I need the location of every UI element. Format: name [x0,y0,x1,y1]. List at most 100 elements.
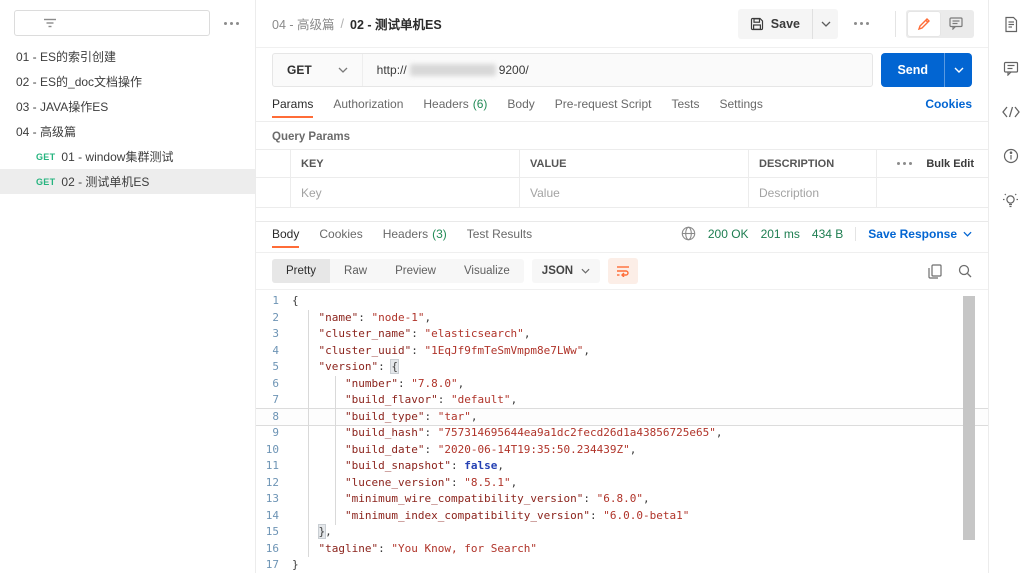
view-mode-tabs: PrettyRawPreviewVisualize [272,259,524,283]
response-tab[interactable]: Test Results [467,222,532,248]
tab-label: Settings [720,97,763,111]
response-tab[interactable]: Headers (3) [383,222,447,248]
response-time: 201 ms [761,227,800,241]
sidebar-filter-input[interactable] [14,10,210,36]
wrap-lines-button[interactable] [608,258,638,284]
tab-label: Cookies [319,227,362,241]
send-split-button: Send [881,53,972,87]
save-button-label: Save [771,17,800,31]
table-row [256,178,988,208]
view-mode-tab[interactable]: Preview [381,259,450,283]
method-select[interactable]: GET [273,63,362,77]
sidebar-more-icon[interactable] [220,18,243,29]
edit-comment-group [906,10,974,38]
sidebar: 01 - ES的索引创建 02 - ES的_doc文档操作 03 - JAVA操… [0,0,256,573]
tab-label: Tests [671,97,699,111]
format-select[interactable]: JSON [532,259,600,283]
key-input[interactable] [301,186,509,200]
sidebar-item[interactable]: 02 - ES的_doc文档操作 [0,69,255,94]
search-icon[interactable] [958,264,972,278]
indent-guide [335,376,336,525]
sidebar-item[interactable]: GET 02 - 测试单机ES [0,169,255,194]
response-meta: 200 OK 201 ms 434 B Save Response [681,222,972,241]
response-tab[interactable]: Cookies [319,222,362,248]
app-window: 01 - ES的索引创建 02 - ES的_doc文档操作 03 - JAVA操… [0,0,1032,573]
info-icon[interactable] [1001,146,1021,166]
save-button[interactable]: Save [738,17,812,31]
code-line: 17} [256,557,988,573]
request-tab[interactable]: Settings [720,92,763,118]
request-tab[interactable]: Pre-request Script [555,92,652,118]
tab-label: Headers [383,227,428,241]
code-lines: 1{2 "name": "node-1",3 "cluster_name": "… [256,293,988,573]
request-more-icon[interactable] [850,18,873,29]
url-suffix: 9200/ [499,63,529,77]
request-tab[interactable]: Tests [671,92,699,118]
code-line: 8 "build_type": "tar", [256,409,988,426]
query-params-table: KEY VALUE DESCRIPTION Bulk Edit [256,149,988,208]
method-badge-get: GET [36,177,55,187]
code-line: 7 "build_flavor": "default", [256,392,988,409]
documentation-icon[interactable] [1001,14,1021,34]
breadcrumb-current: 02 - 测试单机ES [350,14,442,33]
code-line: 2 "name": "node-1", [256,310,988,327]
request-tab[interactable]: Authorization [333,92,403,118]
code-line: 13 "minimum_wire_compatibility_version":… [256,491,988,508]
edit-button[interactable] [908,12,940,36]
params-more-icon[interactable] [893,158,916,169]
method-badge-get: GET [36,152,55,162]
format-label: JSON [542,265,573,277]
row-handle-cell [256,178,290,207]
sidebar-toolbar [0,10,255,44]
code-snippet-icon[interactable] [1001,102,1021,122]
request-tabs: Params Authorization Headers (6) Body Pr… [272,92,763,118]
value-input[interactable] [530,186,738,200]
chevron-down-icon [963,231,972,237]
save-options-chevron-icon[interactable] [812,9,838,39]
view-mode-tab[interactable]: Raw [330,259,381,283]
response-tools [928,264,972,279]
view-mode-tab[interactable]: Pretty [272,259,330,283]
globe-icon[interactable] [681,226,696,241]
tab-count: (6) [473,97,488,111]
column-header-description: DESCRIPTION [748,150,876,177]
response-tab[interactable]: Body [272,222,299,248]
cookies-link[interactable]: Cookies [925,92,972,111]
sidebar-item[interactable]: 03 - JAVA操作ES [0,94,255,119]
request-tab[interactable]: Params [272,92,313,118]
request-tab[interactable]: Headers (6) [423,92,487,118]
breadcrumb-parent[interactable]: 04 - 高级篇 [272,14,335,33]
code-line: 15 }, [256,524,988,541]
send-options-chevron-icon[interactable] [944,53,972,87]
copy-icon[interactable] [928,264,942,279]
comment-button[interactable] [940,12,972,36]
tab-count: (3) [432,227,447,241]
view-mode-tab[interactable]: Visualize [450,259,524,283]
save-response-button[interactable]: Save Response [855,227,972,241]
column-header-key: KEY [290,150,519,177]
request-tab[interactable]: Body [507,92,534,118]
code-line: 16 "tagline": "You Know, for Search" [256,541,988,558]
redacted-url-segment [410,64,496,76]
bulk-edit-button[interactable]: Bulk Edit [926,158,974,170]
code-line: 14 "minimum_index_compatibility_version"… [256,508,988,525]
description-input[interactable] [759,186,866,200]
response-scrollbar[interactable] [963,296,975,540]
sidebar-item[interactable]: 01 - ES的索引创建 [0,44,255,69]
divider [895,11,896,37]
method-label: GET [287,63,312,77]
right-rail [988,0,1032,573]
chevron-down-icon [581,268,590,274]
comment-icon[interactable] [1001,58,1021,78]
sidebar-item[interactable]: GET 01 - window集群测试 [0,144,255,169]
table-header-row: KEY VALUE DESCRIPTION Bulk Edit [256,150,988,178]
filter-icon [43,17,57,29]
code-line: 3 "cluster_name": "elasticsearch", [256,326,988,343]
collection-list: 01 - ES的索引创建 02 - ES的_doc文档操作 03 - JAVA操… [0,44,255,194]
url-input[interactable]: http://9200/ [362,54,873,86]
code-line: 10 "build_date": "2020-06-14T19:35:50.23… [256,442,988,459]
code-line: 6 "number": "7.8.0", [256,376,988,393]
send-button[interactable]: Send [881,53,944,87]
sidebar-item[interactable]: 04 - 高级篇 [0,119,255,144]
lightbulb-icon[interactable] [1001,190,1021,210]
